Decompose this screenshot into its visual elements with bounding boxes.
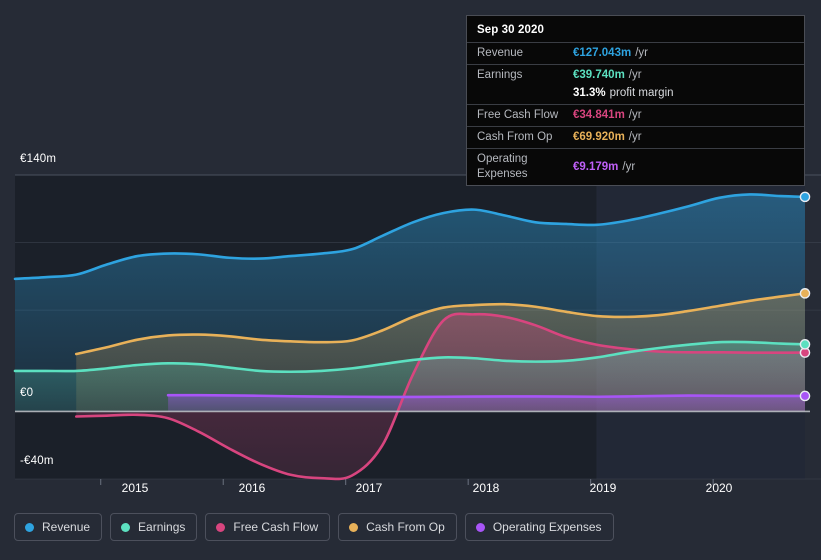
chart-legend: Revenue Earnings Free Cash Flow Cash From O… [14, 513, 614, 541]
y-axis-label-0: €0 [20, 387, 34, 399]
legend-item-label: Operating Expenses [492, 520, 602, 534]
legend-item-revenue[interactable]: Revenue [14, 513, 103, 541]
tooltip-row: Earnings €39.740m/yr [467, 64, 804, 86]
tooltip-row-value: 31.3% [573, 87, 606, 99]
legend-item-operating-expenses[interactable]: Operating Expenses [464, 513, 614, 541]
tooltip-row-label: Free Cash Flow [477, 109, 559, 121]
x-axis-label-2018: 2018 [472, 481, 500, 495]
tooltip-row: Revenue €127.043m/yr [467, 42, 804, 64]
tooltip-row-unit: /yr [622, 160, 636, 173]
tooltip-row: Operating Expenses €9.179m/yr [467, 148, 804, 185]
tooltip-date: Sep 30 2020 [477, 24, 544, 36]
tooltip-row-label: Operating Expenses [477, 153, 528, 180]
x-axis-label-2020: 2020 [705, 481, 733, 495]
tooltip-row-value: €127.043m [573, 47, 632, 59]
tooltip-row-value: €9.179m [573, 160, 619, 173]
legend-item-label: Earnings [138, 520, 186, 534]
tooltip-row-unit: /yr [635, 47, 648, 59]
legend-item-cash-from-op[interactable]: Cash From Op [338, 513, 457, 541]
tooltip-row-label: Revenue [477, 47, 524, 59]
legend-item-label: Cash From Op [366, 520, 445, 534]
tooltip-rows: Revenue €127.043m/yr Earnings €39.740m/yr 31… [467, 42, 804, 185]
x-axis-label-2015: 2015 [121, 481, 149, 495]
tooltip-row-value: €69.920m [573, 131, 625, 143]
legend-color-dot-icon [121, 522, 131, 532]
tooltip-row-label: Earnings [477, 69, 523, 81]
data-tooltip: Sep 30 2020 Revenue €127.043m/yr Earnings €… [466, 15, 805, 186]
tooltip-row-unit: /yr [628, 69, 642, 81]
tooltip-row-label: Cash From Op [477, 131, 553, 143]
tooltip-row-unit: /yr [628, 131, 642, 143]
tooltip-row: Free Cash Flow €34.841m/yr [467, 104, 804, 126]
y-axis-label-neg40m: -€40m [20, 455, 54, 467]
legend-item-earnings[interactable]: Earnings [110, 513, 198, 541]
legend-item-free-cash-flow[interactable]: Free Cash Flow [205, 513, 331, 541]
x-axis-label-2017: 2017 [355, 481, 383, 495]
legend-item-label: Free Cash Flow [233, 520, 319, 534]
financial-chart: €140m €0 -€40m 2015 2016 2017 2018 2019 … [0, 0, 821, 560]
tooltip-row-value: €39.740m [573, 69, 625, 81]
x-axis-label-2016: 2016 [238, 481, 266, 495]
tooltip-row-subtext: profit margin [609, 87, 674, 99]
legend-item-label: Revenue [42, 520, 91, 534]
y-axis-label-140m: €140m [20, 153, 57, 165]
tooltip-row: 31.3% profit margin [467, 86, 804, 104]
legend-color-dot-icon [349, 522, 359, 532]
tooltip-row: Cash From Op €69.920m/yr [467, 126, 804, 148]
x-axis-label-2019: 2019 [589, 481, 617, 495]
legend-color-dot-icon [475, 522, 485, 532]
tooltip-row-value: €34.841m [573, 109, 625, 121]
legend-color-dot-icon [25, 522, 34, 532]
legend-color-dot-icon [216, 522, 226, 532]
tooltip-row-unit: /yr [628, 109, 642, 121]
